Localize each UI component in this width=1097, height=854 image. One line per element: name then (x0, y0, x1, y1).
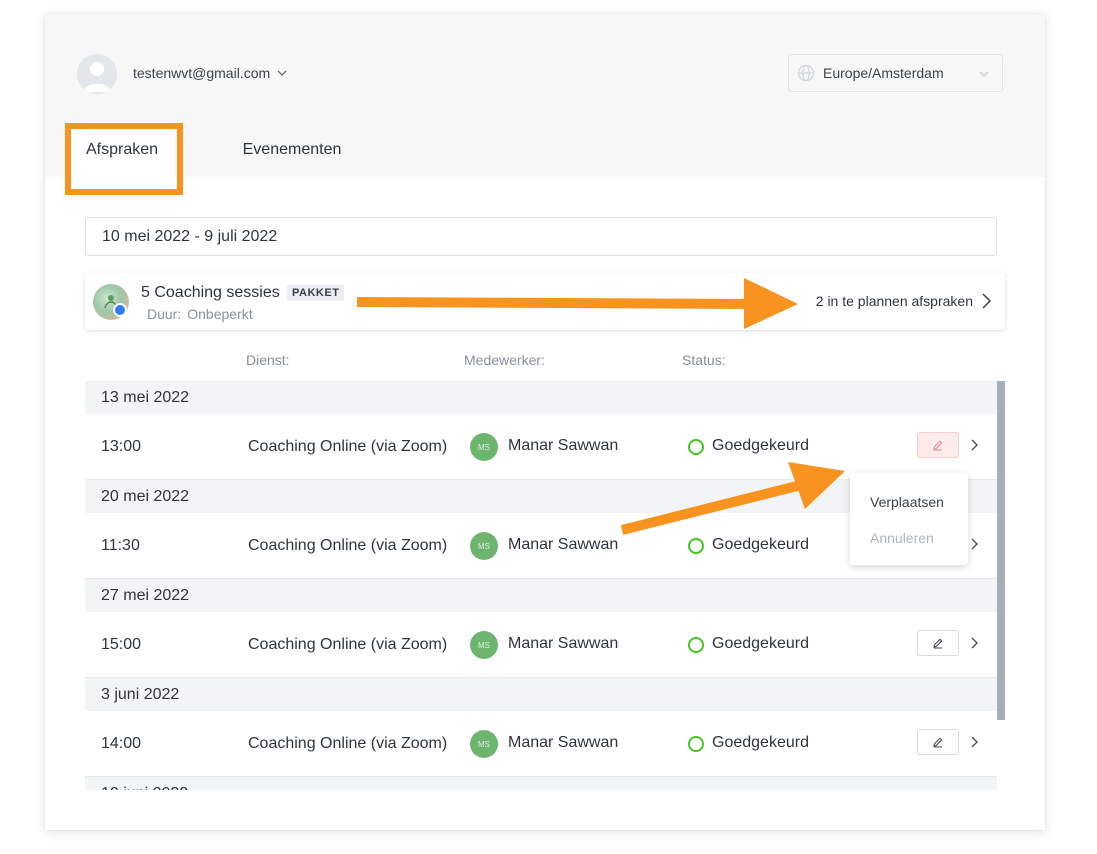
user-email: testenwvt@gmail.com (133, 65, 271, 81)
chevron-down-icon (979, 71, 989, 77)
chevron-right-icon (982, 293, 992, 309)
timezone-value: Europe/Amsterdam (823, 65, 944, 81)
chevron-right-icon[interactable] (969, 735, 979, 749)
package-card[interactable]: 5 Coaching sessies PAKKET Duur: Onbeperkt… (85, 273, 1005, 330)
status-text: Goedgekeurd (712, 536, 809, 553)
day-header: 3 juni 2022 (85, 678, 997, 711)
column-service: Dienst: (246, 352, 290, 368)
appointment-time: 11:30 (101, 537, 140, 554)
status-circle-icon (688, 538, 704, 554)
package-tag: PAKKET (287, 285, 345, 301)
package-duration: Duur: Onbeperkt (147, 306, 259, 322)
chevron-down-icon (277, 70, 287, 76)
pencil-icon (933, 638, 943, 649)
day-header: 10 juni 2022 (85, 777, 997, 790)
appointment-service: Coaching Online (via Zoom) (248, 537, 448, 554)
package-badge-dot (113, 303, 127, 317)
header-area (45, 14, 1045, 177)
status-text: Goedgekeurd (712, 437, 809, 454)
appointment-service: Coaching Online (via Zoom) (248, 735, 448, 752)
user-menu[interactable]: testenwvt@gmail.com (133, 65, 288, 81)
appointment-service: Coaching Online (via Zoom) (248, 636, 448, 653)
employee-name: Manar Sawwan (508, 437, 619, 454)
to-schedule-link[interactable]: 2 in te plannen afspraken (816, 293, 973, 309)
globe-icon (797, 64, 815, 82)
appointment-service: Coaching Online (via Zoom) (248, 438, 448, 455)
status-text: Goedgekeurd (712, 734, 809, 751)
edit-button[interactable] (917, 630, 959, 656)
pencil-icon (933, 440, 943, 451)
package-title: 5 Coaching sessies (141, 284, 280, 301)
employee-name: Manar Sawwan (508, 734, 619, 751)
chevron-right-icon[interactable] (969, 438, 979, 452)
appointment-time: 15:00 (101, 636, 142, 653)
appointment-actions-menu: Verplaatsen Annuleren (850, 473, 968, 565)
status-circle-icon (688, 736, 704, 752)
employee-avatar: MS (470, 433, 498, 461)
appointment-row[interactable]: 13:00 Coaching Online (via Zoom) MS Mana… (85, 414, 997, 480)
appointment-row[interactable]: 14:00 Coaching Online (via Zoom) MS Mana… (85, 711, 997, 777)
edit-button[interactable] (917, 432, 959, 458)
date-range-picker[interactable]: 10 mei 2022 - 9 juli 2022 (85, 217, 997, 256)
appointment-time: 13:00 (101, 438, 142, 455)
edit-button[interactable] (917, 729, 959, 755)
status-circle-icon (688, 637, 704, 653)
employee-avatar: MS (470, 730, 498, 758)
employee-name: Manar Sawwan (508, 536, 619, 553)
menu-item-cancel[interactable]: Annuleren (870, 530, 934, 546)
status-circle-icon (688, 439, 704, 455)
column-status: Status: (682, 352, 726, 368)
day-header: 27 mei 2022 (85, 579, 997, 612)
tab-evenementen[interactable]: Evenementen (225, 122, 359, 177)
day-header: 13 mei 2022 (85, 381, 997, 414)
appointments-card: testenwvt@gmail.com Europe/Amsterdam Afs… (45, 14, 1045, 830)
chevron-right-icon[interactable] (969, 636, 979, 650)
highlight-box (65, 123, 183, 195)
employee-name: Manar Sawwan (508, 635, 619, 652)
appointments-list: 13 mei 2022 13:00 Coaching Online (via Z… (85, 381, 997, 790)
timezone-select[interactable]: Europe/Amsterdam (788, 54, 1003, 92)
menu-item-reschedule[interactable]: Verplaatsen (870, 494, 944, 510)
column-employee: Medewerker: (464, 352, 545, 368)
employee-avatar: MS (470, 532, 498, 560)
appointment-time: 14:00 (101, 735, 142, 752)
list-scrollbar[interactable] (997, 381, 1005, 720)
pencil-icon (933, 737, 943, 748)
duration-label: Duur: (147, 306, 182, 322)
user-avatar-icon[interactable] (77, 54, 117, 94)
employee-avatar: MS (470, 631, 498, 659)
chevron-right-icon[interactable] (969, 537, 979, 551)
duration-value: Onbeperkt (187, 306, 253, 322)
appointment-row[interactable]: 15:00 Coaching Online (via Zoom) MS Mana… (85, 612, 997, 678)
status-text: Goedgekeurd (712, 635, 809, 652)
